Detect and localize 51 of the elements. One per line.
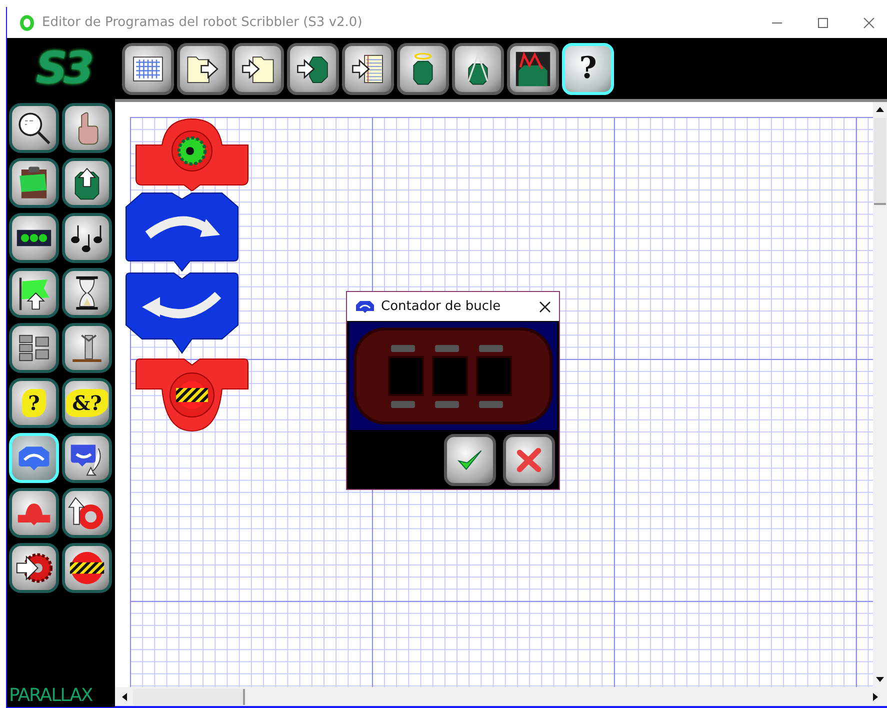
zoom-tool[interactable] [9, 103, 59, 153]
loop-tool[interactable] [9, 433, 59, 483]
run-button[interactable] [397, 42, 449, 94]
app-icon [20, 14, 34, 30]
end-block[interactable] [134, 357, 250, 433]
pointer-tool[interactable] [62, 103, 112, 153]
sensors-tool[interactable] [62, 323, 112, 373]
ok-button[interactable] [444, 434, 496, 486]
help-button[interactable]: ? [562, 42, 614, 94]
motors-tool[interactable] [9, 323, 59, 373]
horizontal-scrollbar[interactable] [115, 687, 887, 708]
goto-tool[interactable] [9, 543, 59, 593]
dialog-title: Contador de bucle [381, 299, 501, 314]
close-icon[interactable] [539, 300, 551, 312]
cross-icon [515, 446, 543, 474]
start-block[interactable] [134, 117, 250, 191]
monitor-button[interactable] [507, 42, 559, 94]
flag-tool[interactable] [9, 268, 59, 318]
upload-tool[interactable] [62, 158, 112, 208]
download-button[interactable] [287, 42, 339, 94]
scroll-thumb[interactable] [874, 118, 886, 205]
stop-sign-icon [68, 549, 106, 587]
scroll-right-icon[interactable] [873, 692, 879, 700]
loop-block-icon [355, 300, 375, 314]
condition-tool[interactable]: &? [62, 378, 112, 428]
cancel-button[interactable] [503, 434, 555, 486]
magnifier-icon [16, 110, 52, 146]
maximize-icon[interactable] [817, 16, 829, 28]
vertical-scrollbar[interactable] [873, 102, 887, 687]
scroll-thumb[interactable] [133, 688, 245, 704]
stop-tool[interactable] [62, 543, 112, 593]
import-button[interactable] [342, 42, 394, 94]
calibrate-button[interactable] [452, 42, 504, 94]
s3-logo: S3 [34, 43, 92, 94]
open-button[interactable] [177, 42, 229, 94]
leds-tool[interactable] [9, 213, 59, 263]
scroll-down-icon[interactable] [876, 677, 884, 683]
subroutine-tool[interactable] [9, 488, 59, 538]
new-button[interactable] [122, 42, 174, 94]
window-title: Editor de Programas del robot Scribbler (S3 v2.0) [42, 15, 362, 30]
scroll-up-icon[interactable] [876, 106, 884, 112]
timer-tool[interactable] [62, 268, 112, 318]
robot-graph-icon [515, 50, 551, 86]
music-tool[interactable] [62, 213, 112, 263]
scroll-left-icon[interactable] [121, 692, 127, 700]
parallax-logo: PARALLAX [9, 685, 94, 706]
clipboard-tool[interactable] [9, 158, 59, 208]
save-button[interactable] [232, 42, 284, 94]
if-tool[interactable]: ? [9, 378, 59, 428]
return-tool[interactable] [62, 488, 112, 538]
loop-return-tool[interactable] [62, 433, 112, 483]
